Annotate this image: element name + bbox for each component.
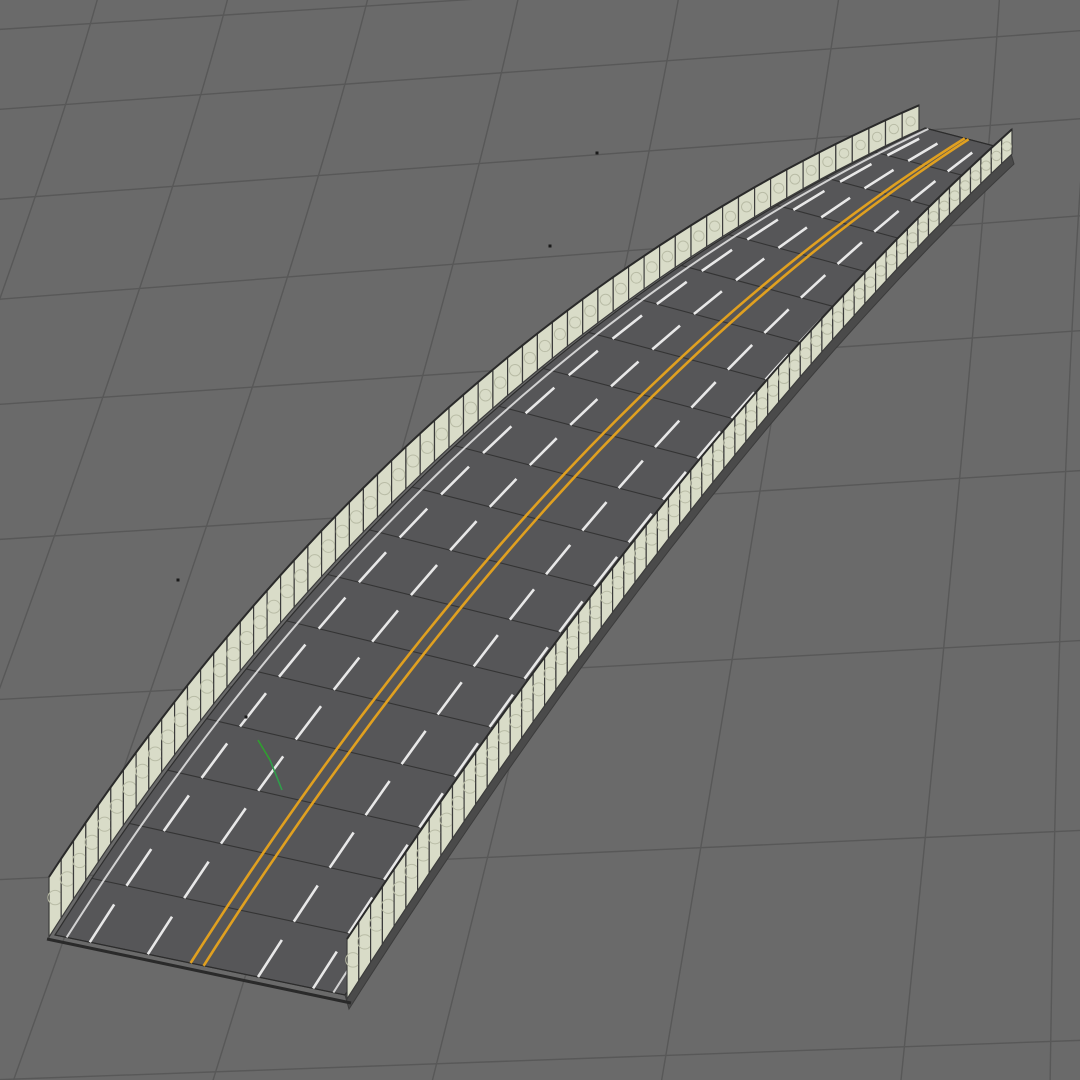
vertex-marker: [176, 578, 180, 582]
3d-viewport[interactable]: [0, 0, 1080, 1080]
vertex-marker: [548, 244, 552, 248]
vertex-marker: [595, 151, 599, 155]
vertex-marker: [244, 715, 248, 719]
viewport-canvas[interactable]: [0, 0, 1080, 1080]
